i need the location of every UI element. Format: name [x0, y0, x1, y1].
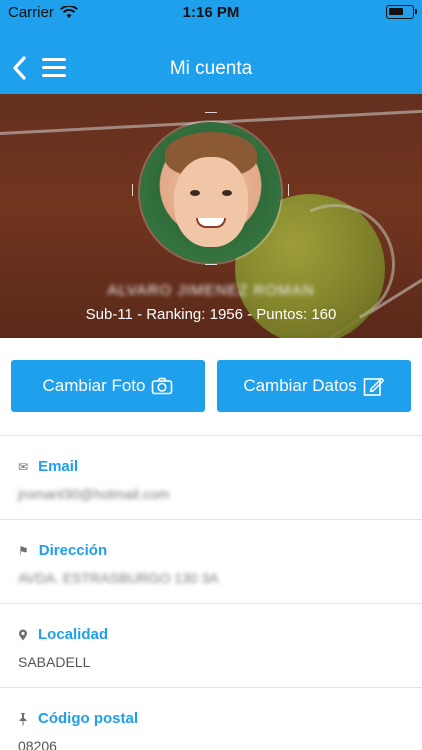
page-title: Mi cuenta — [169, 58, 253, 79]
status-bar: Carrier 1:16 PM — [0, 0, 422, 26]
pin-icon — [19, 712, 27, 725]
envelope-icon: ✉ — [18, 459, 29, 474]
nav-bar: Mi cuenta — [0, 44, 422, 94]
edit-icon — [363, 377, 384, 396]
email-row: ✉ Email jromanl30@hotmail.com — [0, 436, 422, 520]
postal-label: Código postal — [38, 710, 138, 727]
profile-summary: Sub-11 - Ranking: 1956 - Puntos: 160 — [85, 306, 337, 323]
email-value: jromanl30@hotmail.com — [18, 486, 170, 502]
camera-icon — [152, 377, 173, 395]
action-buttons: Cambiar Foto Cambiar Datos — [0, 338, 422, 436]
postal-value: 08206 — [18, 738, 57, 750]
status-time: 1:16 PM — [182, 4, 240, 21]
address-row: ⚑ Dirección AVDA. ESTRASBURGO 130 3A — [0, 520, 422, 604]
top-bar: Carrier 1:16 PM Mi cuenta — [0, 0, 422, 94]
locality-row: Localidad SABADELL — [0, 604, 422, 688]
change-data-button[interactable]: Cambiar Datos — [217, 360, 411, 412]
change-photo-button[interactable]: Cambiar Foto — [11, 360, 205, 412]
locality-label: Localidad — [38, 626, 109, 643]
crop-mark — [205, 112, 217, 113]
profile-name: ALVARO JIMENEZ ROMAN — [107, 282, 315, 299]
crop-mark — [205, 264, 217, 265]
address-label: Dirección — [38, 542, 108, 559]
battery-icon — [386, 5, 417, 19]
map-pin-icon — [19, 629, 27, 640]
profile-avatar[interactable] — [140, 122, 281, 263]
address-value: AVDA. ESTRASBURGO 130 3A — [18, 570, 219, 586]
email-label: Email — [38, 458, 79, 475]
postal-row: Código postal 08206 — [0, 688, 422, 750]
crop-mark — [288, 184, 289, 196]
change-photo-label: Cambiar Foto — [42, 376, 146, 395]
flag-icon: ⚑ — [18, 543, 29, 558]
change-data-label: Cambiar Datos — [243, 376, 357, 395]
locality-value: SABADELL — [18, 654, 91, 670]
crop-mark — [132, 184, 133, 196]
